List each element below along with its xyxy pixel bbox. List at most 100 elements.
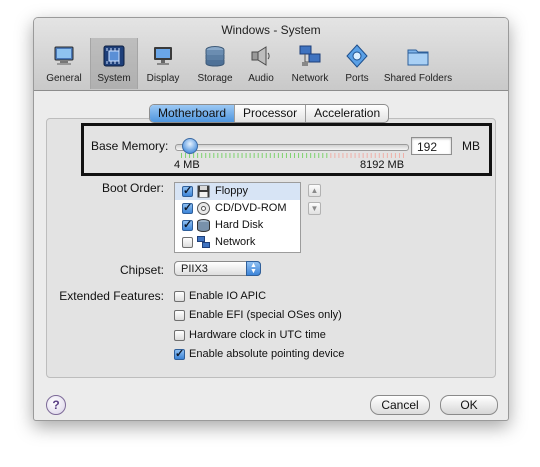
slider-tick [378, 153, 380, 158]
slider-tick [354, 153, 356, 158]
checkbox-network[interactable] [182, 237, 193, 248]
tab-motherboard[interactable]: Motherboard [150, 105, 236, 122]
help-button[interactable]: ? [46, 395, 66, 415]
slider-tick [261, 153, 263, 158]
utc-clock-label: Hardware clock in UTC time [189, 329, 326, 341]
slider-tick [249, 153, 251, 158]
slider-tick [273, 153, 275, 158]
slider-tick [338, 153, 340, 158]
io-apic-label: Enable IO APIC [189, 290, 267, 302]
slider-tick [358, 153, 360, 158]
move-down-button[interactable]: ▼ [308, 202, 321, 215]
disk-stack-icon [205, 46, 225, 67]
checkbox-floppy[interactable]: ✓ [182, 185, 193, 197]
monitor-icon [54, 46, 74, 65]
list-item[interactable]: ✓ CD/DVD-ROM [175, 200, 300, 217]
base-memory-unit: MB [462, 139, 480, 153]
boot-item-label: CD/DVD-ROM [215, 202, 287, 214]
base-memory-slider-handle[interactable] [182, 138, 198, 154]
toolbar-display[interactable]: Display [140, 38, 186, 88]
toolbar-ports[interactable]: Ports [336, 38, 378, 88]
checkbox-absolute-pointing[interactable]: ✓ [174, 348, 185, 360]
toolbar-network[interactable]: Network [286, 38, 334, 88]
slider-tick [314, 153, 316, 158]
chip-icon [103, 45, 125, 67]
toolbar-system[interactable]: System [90, 38, 138, 89]
chipset-value: PIIX3 [181, 263, 208, 275]
slider-tick [277, 153, 279, 158]
checkbox-efi[interactable] [174, 310, 185, 321]
chipset-label: Chipset: [119, 263, 164, 277]
slider-tick [294, 153, 296, 158]
slider-tick [257, 153, 259, 158]
toolbar-general[interactable]: General [42, 38, 86, 88]
hard-disk-icon [197, 219, 210, 232]
slider-tick [326, 153, 328, 158]
toolbar-audio[interactable]: Audio [240, 38, 282, 88]
toolbar-label: System [97, 73, 131, 84]
slider-tick [350, 153, 352, 158]
slider-tick [374, 153, 376, 158]
base-memory-slider-track[interactable] [175, 144, 409, 151]
efi-label: Enable EFI (special OSes only) [189, 309, 342, 321]
cd-icon [197, 202, 210, 215]
toolbar-label: General [46, 73, 82, 84]
checkbox-utc-clock[interactable] [174, 330, 185, 341]
checkbox-cd-dvd[interactable]: ✓ [182, 202, 193, 214]
toolbar-label: Display [146, 73, 180, 84]
slider-tick [342, 153, 344, 158]
boot-order-label: Boot Order: [101, 181, 164, 195]
slider-tick [334, 153, 336, 158]
slider-tick [382, 153, 384, 158]
slider-tick [229, 153, 231, 158]
base-memory-label: Base Memory: [91, 139, 169, 153]
tab-acceleration[interactable]: Acceleration [306, 105, 388, 122]
chipset-select[interactable]: PIIX3 ▲ ▼ [174, 261, 261, 276]
checkbox-hard-disk[interactable]: ✓ [182, 219, 193, 231]
slider-tick [366, 153, 368, 158]
slider-tick [285, 153, 287, 158]
list-item[interactable]: ✓ Floppy [175, 183, 300, 200]
slider-tick [362, 153, 364, 158]
slider-tick [310, 153, 312, 158]
ports-icon [346, 44, 368, 68]
slider-tick [213, 153, 215, 158]
slider-tick [233, 153, 235, 158]
settings-window: Windows - System General System Display … [33, 17, 509, 421]
list-item[interactable]: ✓ Hard Disk [175, 217, 300, 234]
toolbar-label: Ports [345, 73, 369, 84]
slider-tick [237, 153, 239, 158]
slider-tick [346, 153, 348, 158]
list-item[interactable]: Network [175, 234, 300, 251]
slider-tick [197, 153, 199, 158]
window-title: Windows - System [221, 23, 321, 37]
slider-max-label: 8192 MB [360, 159, 405, 171]
slider-tick [245, 153, 247, 158]
display-icon [154, 47, 172, 65]
slider-tick [281, 153, 283, 158]
slider-tick [205, 153, 207, 158]
slider-tick [217, 153, 219, 158]
base-memory-input[interactable]: 192 [411, 137, 452, 155]
extended-features-label: Extended Features: [59, 289, 164, 303]
checkbox-io-apic[interactable] [174, 291, 185, 302]
network-card-icon [197, 236, 210, 248]
boot-item-label: Network [215, 236, 256, 248]
slider-tick [209, 153, 211, 158]
boot-order-list: ✓ Floppy ✓ CD/DVD-ROM ✓ Hard Disk Networ… [174, 182, 301, 253]
toolbar-label: Storage [197, 73, 233, 84]
slider-tick [181, 153, 182, 158]
toolbar-label: Shared Folders [383, 73, 453, 84]
slider-tick [390, 153, 392, 158]
slider-tick [201, 153, 203, 158]
move-up-button[interactable]: ▲ [308, 184, 321, 197]
toolbar-storage[interactable]: Storage [192, 38, 238, 88]
boot-item-label: Hard Disk [215, 219, 264, 231]
ok-button[interactable]: OK [440, 395, 498, 415]
toolbar: Windows - System General System Display … [34, 18, 508, 91]
slider-tick [394, 153, 396, 158]
toolbar-shared-folders[interactable]: Shared Folders [380, 38, 456, 88]
cancel-button[interactable]: Cancel [370, 395, 430, 415]
tab-processor[interactable]: Processor [235, 105, 307, 122]
slider-tick [225, 153, 227, 158]
